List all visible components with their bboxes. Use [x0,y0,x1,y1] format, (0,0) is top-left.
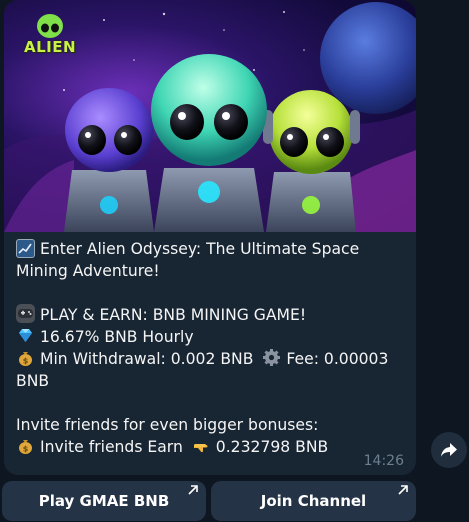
gamepad-emoji-icon [16,304,35,323]
message-line-title: Enter Alien Odyssey: The Ultimate Space … [16,238,408,282]
svg-text:$: $ [23,357,29,366]
pointing-hand-emoji-icon [192,436,211,455]
fee-unit-text: BNB [16,372,50,390]
message-line-earn: $ Invite friends Earn 0.232798 BNB [16,436,408,458]
play-button-label: Play GMAE BNB [38,492,170,510]
title-text: Enter Alien Odyssey: The Ultimate Space … [16,240,360,280]
invite-text: Invite friends for even bigger bonuses: [16,416,319,434]
alien-illustration [4,2,416,232]
share-arrow-icon [441,443,457,457]
join-channel-button[interactable]: Join Channel [211,481,416,521]
join-button-label: Join Channel [260,492,367,510]
min-withdrawal-text: Min Withdrawal: 0.002 BNB [40,350,254,368]
play-gmae-bnb-button[interactable]: Play GMAE BNB [2,481,206,521]
hourly-text: 16.67% BNB Hourly [40,328,194,346]
hero-image[interactable]: ALIEN [4,0,416,232]
message-line-bnb: BNB [16,370,408,392]
message-text: Enter Alien Odyssey: The Ultimate Space … [16,238,408,458]
play-earn-text: PLAY & EARN: BNB MINING GAME! [40,306,307,324]
moneybag-emoji-icon: $ [16,436,35,455]
moneybag-emoji-icon: $ [16,348,35,367]
message-line-hourly: 16.67% BNB Hourly [16,326,408,348]
external-link-icon [398,485,408,495]
gem-emoji-icon [16,326,35,345]
message-line-play: PLAY & EARN: BNB MINING GAME! [16,304,408,326]
message-line-withdrawal: $ Min Withdrawal: 0.002 BNB Fee: 0.00003 [16,348,408,370]
logo-text: ALIEN [23,38,77,56]
earn-amount-text: 0.232798 BNB [215,438,329,456]
invite-earn-text: Invite friends Earn [40,438,183,456]
message-bubble: ALIEN Enter Alien Odyssey: The Ultimate … [4,0,416,475]
gear-emoji-icon [262,348,281,367]
fee-text: Fee: 0.00003 [286,350,389,368]
svg-text:$: $ [23,445,29,454]
chart-emoji-icon [16,239,35,258]
external-link-icon [188,485,198,495]
message-time: 14:26 [363,453,404,469]
message-line-invite: Invite friends for even bigger bonuses: [16,414,408,436]
share-button[interactable] [431,432,467,468]
